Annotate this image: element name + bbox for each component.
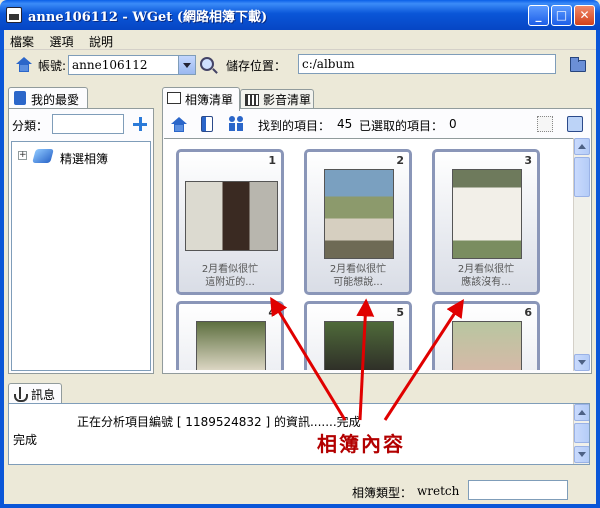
status-field bbox=[468, 480, 568, 500]
photo-icon bbox=[167, 92, 181, 104]
status-bar: 相簿類型： wretch bbox=[4, 478, 596, 504]
annotation-arrow bbox=[356, 298, 375, 421]
annotation-arrows bbox=[270, 296, 464, 421]
annotation-label: 相簿內容 bbox=[317, 432, 405, 456]
tab-album-list[interactable]: 相簿清單 bbox=[162, 87, 240, 111]
annotation-arrow bbox=[270, 296, 347, 421]
album-type-value: wretch bbox=[417, 484, 460, 498]
album-type-label: 相簿類型： bbox=[352, 486, 413, 500]
tab-album-list-label: 相簿清單 bbox=[185, 93, 234, 107]
annotation-arrow bbox=[383, 298, 464, 421]
